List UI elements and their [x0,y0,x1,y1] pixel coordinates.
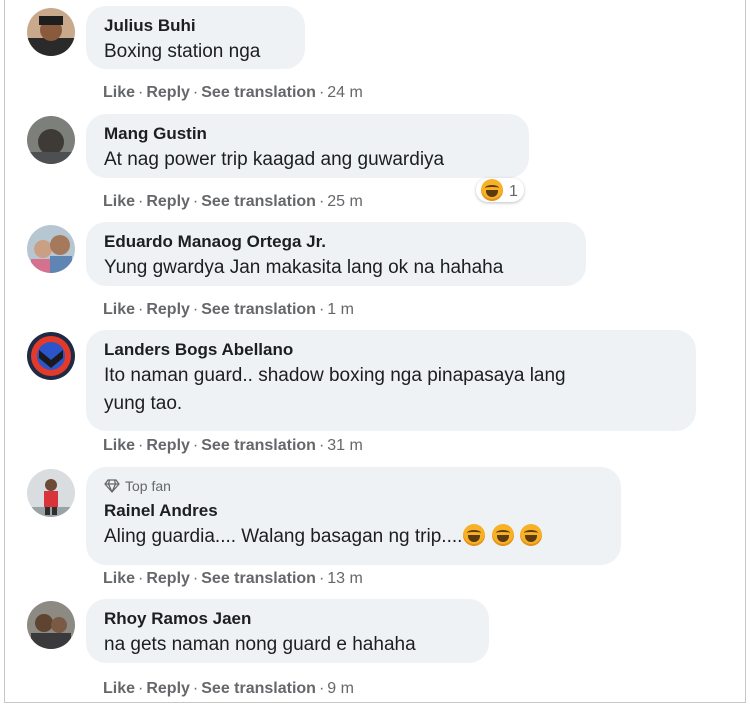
comment-actions: Like · Reply · See translation · 31 m [103,436,363,456]
top-fan-badge: Top fan [104,477,603,495]
comment-text: At nag power trip kaagad ang guwardiya [104,149,445,170]
comment-text-line: yung tao. [104,393,183,414]
comment-actions: Like · Reply · See translation · 9 m [103,679,354,699]
comment-bubble: Eduardo Manaog Ortega Jr. Yung gwardya J… [86,222,586,286]
like-link[interactable]: Like [103,301,135,318]
comment-author[interactable]: Rainel Andres [104,501,603,521]
separator: · [318,84,325,101]
like-link[interactable]: Like [103,437,135,454]
see-translation-link[interactable]: See translation [201,437,316,454]
reply-link[interactable]: Reply [146,301,190,318]
haha-emoji-icon [481,179,503,201]
comment-actions: Like · Reply · See translation · 25 m [103,192,363,212]
timestamp[interactable]: 13 m [327,570,363,587]
separator: · [138,437,144,454]
reply-link[interactable]: Reply [146,437,190,454]
separator: · [318,680,325,697]
comment-bubble: Julius Buhi Boxing station nga [86,6,305,69]
avatar[interactable] [27,116,75,164]
like-link[interactable]: Like [103,680,135,697]
comment-text: Ito naman guard.. shadow boxing nga pina… [104,362,678,418]
separator: · [318,301,325,318]
like-link[interactable]: Like [103,570,135,587]
see-translation-link[interactable]: See translation [201,570,316,587]
separator: · [318,193,325,210]
comment-actions: Like · Reply · See translation · 1 m [103,300,354,320]
comment-text: Yung gwardya Jan makasita lang ok na hah… [104,257,504,278]
reply-link[interactable]: Reply [146,570,190,587]
separator: · [192,193,199,210]
comment-bubble: Top fan Rainel Andres Aling guardia.... … [86,467,621,565]
separator: · [192,437,199,454]
comment-author[interactable]: Eduardo Manaog Ortega Jr. [104,232,568,252]
avatar[interactable] [27,469,75,517]
see-translation-link[interactable]: See translation [201,301,316,318]
separator: · [138,570,144,587]
reply-link[interactable]: Reply [146,680,190,697]
timestamp[interactable]: 9 m [327,680,354,697]
comment-actions: Like · Reply · See translation · 24 m [103,83,363,103]
comment-text: Boxing station nga [104,41,261,62]
avatar[interactable] [27,225,75,273]
comment-bubble: Mang Gustin At nag power trip kaagad ang… [86,114,529,178]
haha-emoji-icon [463,524,486,546]
reply-link[interactable]: Reply [146,84,190,101]
separator: · [138,680,144,697]
top-fan-label: Top fan [125,478,171,494]
comment-bubble: Rhoy Ramos Jaen na gets naman nong guard… [86,599,489,663]
avatar[interactable] [27,332,75,380]
separator: · [192,84,199,101]
see-translation-link[interactable]: See translation [201,680,316,697]
separator: · [192,680,199,697]
comment-actions: Like · Reply · See translation · 13 m [103,569,363,589]
like-link[interactable]: Like [103,84,135,101]
comment-text: Aling guardia.... Walang basagan ng trip… [104,523,603,551]
separator: · [318,570,325,587]
timestamp[interactable]: 31 m [327,437,363,454]
haha-emoji-icon [491,524,514,546]
comment-bubble: Landers Bogs Abellano Ito naman guard.. … [86,330,696,431]
comment-text: na gets naman nong guard e hahaha [104,634,416,655]
comment-author[interactable]: Landers Bogs Abellano [104,340,678,360]
comment-author[interactable]: Julius Buhi [104,16,287,36]
separator: · [192,570,199,587]
haha-emoji-icon [519,524,542,546]
separator: · [192,301,199,318]
separator: · [138,84,144,101]
timestamp[interactable]: 25 m [327,193,363,210]
avatar[interactable] [27,8,75,56]
reply-link[interactable]: Reply [146,193,190,210]
see-translation-link[interactable]: See translation [201,193,316,210]
reaction-count[interactable]: 1 [476,178,524,202]
timestamp[interactable]: 24 m [327,84,363,101]
see-translation-link[interactable]: See translation [201,84,316,101]
like-link[interactable]: Like [103,193,135,210]
separator: · [138,193,144,210]
avatar[interactable] [27,601,75,649]
comment-author[interactable]: Rhoy Ramos Jaen [104,609,471,629]
comment-text-line: Ito naman guard.. shadow boxing nga pina… [104,365,566,386]
timestamp[interactable]: 1 m [327,301,354,318]
comment-author[interactable]: Mang Gustin [104,124,511,144]
comment-text-content: Aling guardia.... Walang basagan ng trip… [104,526,463,547]
separator: · [138,301,144,318]
reaction-count-label: 1 [509,183,518,200]
separator: · [318,437,325,454]
diamond-icon [104,479,120,493]
